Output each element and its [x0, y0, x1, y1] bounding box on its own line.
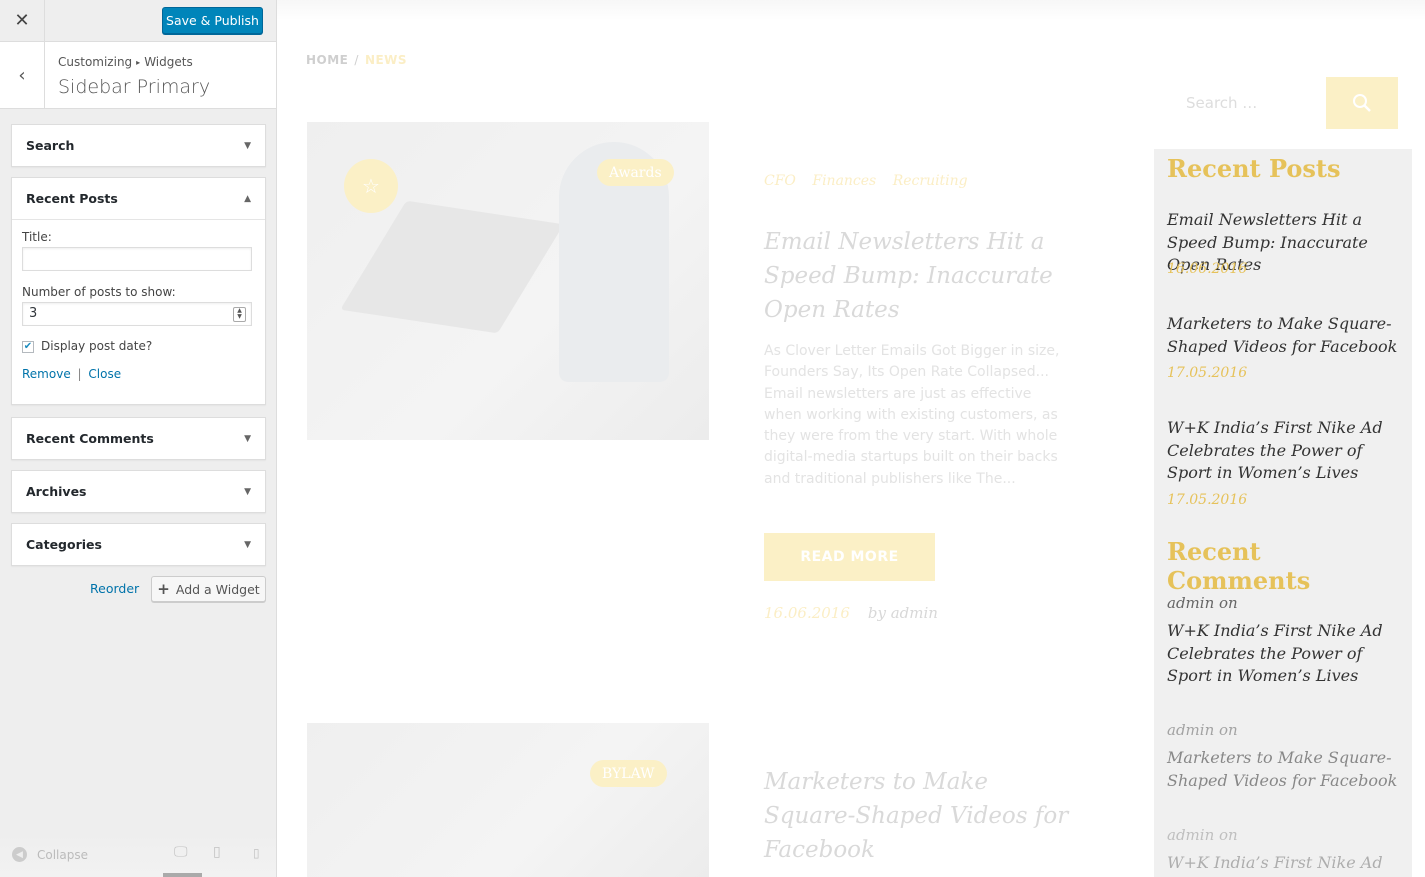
recent-post-link[interactable]: W+K India’s First Nike Ad Celebrates the…: [1167, 417, 1402, 485]
post-count-value: 3: [29, 306, 38, 321]
comment-author: admin on: [1167, 721, 1238, 739]
widget-recent-comments[interactable]: Recent Comments ▼: [11, 417, 266, 460]
show-date-label: Display post date?: [41, 339, 153, 353]
search-icon: [1353, 94, 1371, 112]
remove-link[interactable]: Remove: [22, 367, 71, 381]
tablet-preview-icon[interactable]: ▯: [213, 844, 221, 860]
widget-title: Search: [26, 138, 75, 153]
mobile-preview-icon[interactable]: ▯: [253, 846, 260, 860]
breadcrumb-widgets: Widgets: [144, 55, 193, 69]
search-input[interactable]: Search …: [1166, 77, 1326, 129]
collapse-arrow-icon[interactable]: ▲: [244, 194, 251, 204]
read-more-button[interactable]: READ MORE: [764, 533, 935, 581]
plus-icon: +: [157, 580, 170, 598]
comment-post-link[interactable]: Marketers to Make Square-Shaped Videos f…: [1167, 747, 1402, 792]
comment-post-link[interactable]: W+K India’s First Nike Ad: [1167, 852, 1402, 875]
widget-recent-posts-header[interactable]: Recent Posts ▲: [12, 178, 265, 219]
post-title[interactable]: Marketers to Make Square-Shaped Videos f…: [764, 765, 1074, 867]
recent-post-date: 17.05.2016: [1167, 492, 1248, 508]
collapse-arrow-icon: ◀: [12, 847, 27, 862]
expand-arrow-icon[interactable]: ▼: [244, 434, 251, 444]
customizer-breadcrumb: Customizing ▸ Widgets: [58, 55, 193, 69]
show-date-row: ✔ Display post date?: [22, 339, 255, 353]
recent-post-date: 17.05.2016: [1167, 365, 1248, 381]
spinner-icon[interactable]: ▲ ▼: [233, 307, 246, 322]
widget-archives-header[interactable]: Archives ▼: [12, 471, 265, 512]
breadcrumb-customizing: Customizing: [58, 55, 133, 69]
widget-form: Title: Number of posts to show: 3 ▲ ▼ ✔ Di…: [12, 219, 265, 381]
recent-comments-heading: Recent Comments: [1167, 537, 1311, 595]
desktop-preview-icon[interactable]: 🖵: [174, 844, 188, 860]
post-tag[interactable]: Awards: [597, 159, 674, 186]
back-chevron-icon[interactable]: ‹: [0, 42, 45, 108]
widget-recent-comments-header[interactable]: Recent Comments ▼: [12, 418, 265, 459]
collapse-button[interactable]: ◀ Collapse: [12, 847, 88, 862]
expand-arrow-icon[interactable]: ▼: [244, 487, 251, 497]
widget-archives[interactable]: Archives ▼: [11, 470, 266, 513]
section-header: ‹ Customizing ▸ Widgets Sidebar Primary: [0, 42, 276, 109]
breadcrumb-separator-icon: ▸: [136, 58, 141, 67]
customizer-footer: ◀ Collapse 🖵 ▯ ▯: [0, 832, 276, 877]
expand-arrow-icon[interactable]: ▼: [244, 141, 251, 151]
post-thumbnail[interactable]: BYLAW: [307, 723, 709, 877]
post-date: 16.06.2016: [764, 604, 850, 622]
save-publish-button[interactable]: Save & Publish: [162, 7, 263, 34]
reorder-link[interactable]: Reorder: [90, 581, 139, 596]
add-widget-label: Add a Widget: [175, 581, 260, 597]
title-input[interactable]: [22, 247, 252, 271]
post-excerpt: As Clover Letter Emails Got Bigger in si…: [764, 343, 1060, 487]
comment-author: admin on: [1167, 594, 1238, 612]
widget-categories-header[interactable]: Categories ▼: [12, 524, 265, 565]
widget-title: Recent Posts: [26, 191, 118, 206]
widget-title: Recent Comments: [26, 431, 154, 446]
title-label: Title:: [22, 230, 52, 244]
close-icon[interactable]: ✕: [0, 0, 45, 41]
recent-posts-heading: Recent Posts: [1167, 154, 1341, 183]
customizer-header: ✕ Save & Publish: [0, 0, 276, 42]
category-link[interactable]: Finances: [812, 173, 876, 189]
customizer-panel: ✕ Save & Publish ‹ Customizing ▸ Widgets S…: [0, 0, 277, 877]
collapse-label: Collapse: [37, 847, 88, 862]
add-widget-button[interactable]: + Add a Widget: [151, 576, 266, 602]
widget-actions: Remove | Close: [22, 367, 122, 381]
recent-post-link[interactable]: Marketers to Make Square-Shaped Videos f…: [1167, 313, 1402, 358]
category-link[interactable]: CFO: [764, 173, 796, 189]
post-meta: 16.06.2016 by admin: [764, 604, 938, 622]
widget-recent-posts[interactable]: Recent Posts ▲ Title: Number of posts to…: [11, 177, 266, 405]
close-link[interactable]: Close: [88, 367, 121, 381]
post-count-label: Number of posts to show:: [22, 285, 176, 299]
post-title[interactable]: Email Newsletters Hit a Speed Bump: Inac…: [764, 225, 1074, 327]
star-icon: ☆: [344, 159, 398, 213]
post-author[interactable]: by admin: [868, 604, 938, 622]
category-link[interactable]: Recruiting: [893, 173, 968, 189]
preview-top-shade: [277, 0, 1425, 20]
post-count-input[interactable]: 3 ▲ ▼: [22, 302, 252, 326]
section-title: Sidebar Primary: [58, 76, 211, 98]
widget-search-header[interactable]: Search ▼: [12, 125, 265, 166]
laptop-image: [340, 200, 564, 334]
post-thumbnail[interactable]: ☆ Awards: [307, 122, 709, 440]
sidebar-primary: Recent Posts Email Newsletters Hit a Spe…: [1154, 149, 1412, 877]
search-button[interactable]: [1326, 77, 1398, 129]
site-preview: HOME / NEWS ☆ Awards CFO Finances Recruiti…: [277, 0, 1425, 877]
search-form: Search …: [1166, 77, 1398, 129]
comment-author: admin on: [1167, 826, 1238, 844]
active-device-indicator: [163, 873, 202, 877]
widget-title: Archives: [26, 484, 87, 499]
show-date-checkbox[interactable]: ✔: [22, 340, 34, 353]
page-breadcrumb: HOME / NEWS: [306, 53, 408, 67]
breadcrumb-current: NEWS: [364, 53, 408, 67]
post-categories: CFO Finances Recruiting: [764, 173, 980, 189]
recent-post-date: 16.06.2016: [1167, 261, 1248, 277]
breadcrumb-home[interactable]: HOME: [306, 53, 348, 67]
expand-arrow-icon[interactable]: ▼: [244, 540, 251, 550]
widget-categories[interactable]: Categories ▼: [11, 523, 266, 566]
post-tag[interactable]: BYLAW: [590, 760, 667, 787]
widget-title: Categories: [26, 537, 102, 552]
widget-search[interactable]: Search ▼: [11, 124, 266, 167]
comment-post-link[interactable]: W+K India’s First Nike Ad Celebrates the…: [1167, 620, 1402, 688]
